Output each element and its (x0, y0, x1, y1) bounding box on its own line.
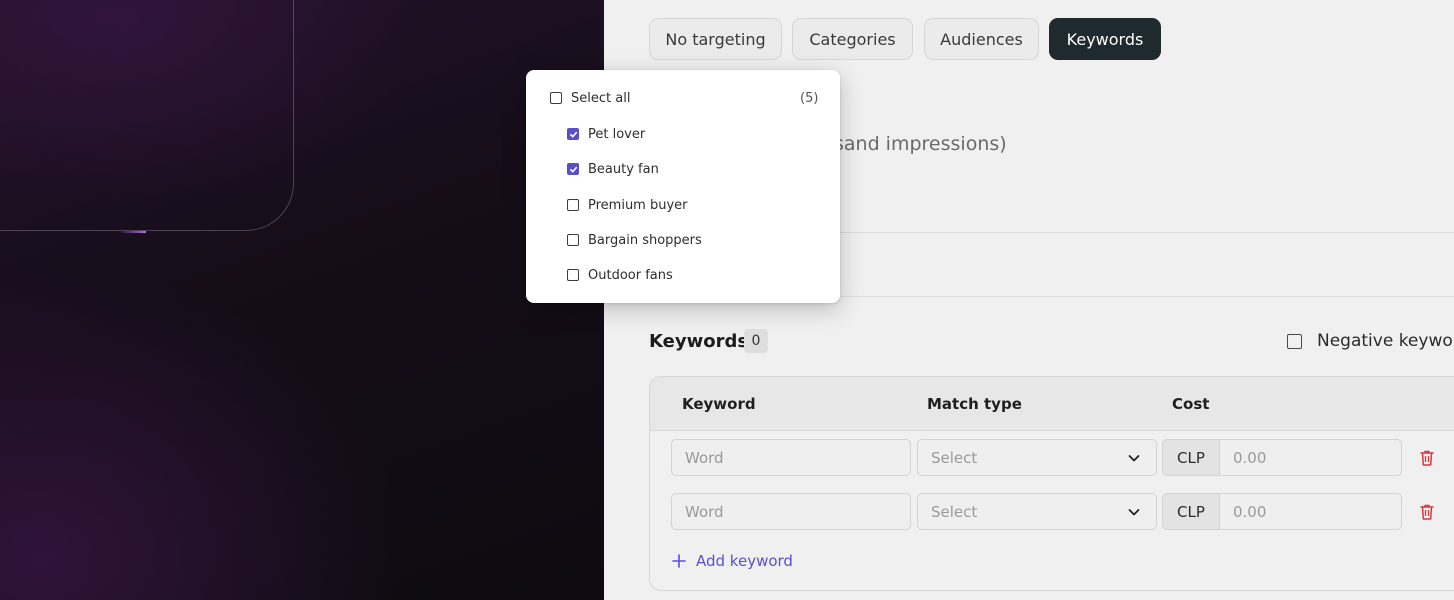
header-keyword: Keyword (682, 395, 756, 413)
match-type-select[interactable]: Select (917, 493, 1157, 530)
select-all-option[interactable]: Select all (550, 87, 630, 109)
option-checkbox[interactable] (567, 199, 579, 211)
plus-icon (672, 554, 686, 568)
match-type-select[interactable]: Select (917, 439, 1157, 476)
trash-icon[interactable] (1419, 503, 1435, 521)
background-card-outline (0, 0, 294, 231)
match-type-value: Select (931, 502, 978, 521)
cost-input[interactable]: 0.00 (1220, 493, 1402, 530)
chevron-down-icon (1128, 455, 1140, 462)
audience-option-pet-lover[interactable]: Pet lover (567, 123, 645, 145)
audience-option-outdoor-fans[interactable]: Outdoor fans (567, 264, 673, 286)
header-match-type: Match type (927, 395, 1022, 413)
keywords-table: Keyword Match type Cost Word Select CLP … (649, 376, 1454, 591)
option-checkbox[interactable] (567, 269, 579, 281)
audience-dropdown: Select all (5) Pet lover Beauty fan Prem… (526, 70, 840, 303)
background-panel (0, 0, 604, 600)
option-label: Outdoor fans (588, 267, 673, 283)
keyword-word-input[interactable]: Word (671, 493, 911, 530)
keyword-word-input[interactable]: Word (671, 439, 911, 476)
chevron-down-icon (1128, 509, 1140, 516)
header-cost: Cost (1172, 395, 1210, 413)
currency-label: CLP (1162, 439, 1220, 476)
keywords-title: Keywords (649, 331, 749, 352)
option-label: Beauty fan (588, 161, 659, 177)
estimate-text-partial: sand impressions) (834, 133, 1007, 155)
cost-input[interactable]: 0.00 (1220, 439, 1402, 476)
option-checkbox[interactable] (567, 128, 579, 140)
currency-label: CLP (1162, 493, 1220, 530)
trash-icon[interactable] (1419, 449, 1435, 467)
tab-categories[interactable]: Categories (792, 18, 913, 60)
check-icon (569, 131, 577, 137)
background-accent-line (118, 231, 146, 233)
negative-keyword-checkbox[interactable] (1287, 334, 1302, 349)
option-checkbox[interactable] (567, 234, 579, 246)
option-label: Premium buyer (588, 197, 688, 213)
audience-option-beauty-fan[interactable]: Beauty fan (567, 158, 659, 180)
keywords-table-header: Keyword Match type Cost (650, 377, 1454, 431)
tab-audiences[interactable]: Audiences (924, 18, 1039, 60)
add-keyword-label: Add keyword (696, 552, 793, 570)
match-type-value: Select (931, 448, 978, 467)
tab-no-targeting[interactable]: No targeting (649, 18, 782, 60)
negative-keyword-label: Negative keyword (1317, 331, 1454, 351)
audience-option-bargain-shoppers[interactable]: Bargain shoppers (567, 229, 702, 251)
audience-option-premium-buyer[interactable]: Premium buyer (567, 194, 688, 216)
option-label: Pet lover (588, 126, 646, 142)
check-icon (569, 166, 577, 172)
option-label: Bargain shoppers (588, 232, 702, 248)
options-count: (5) (800, 91, 819, 106)
add-keyword-button[interactable]: Add keyword (672, 552, 793, 570)
tab-keywords[interactable]: Keywords (1049, 18, 1161, 60)
option-checkbox[interactable] (567, 163, 579, 175)
select-all-checkbox[interactable] (550, 92, 562, 104)
select-all-label: Select all (571, 90, 631, 106)
keywords-count-badge: 0 (744, 329, 768, 353)
